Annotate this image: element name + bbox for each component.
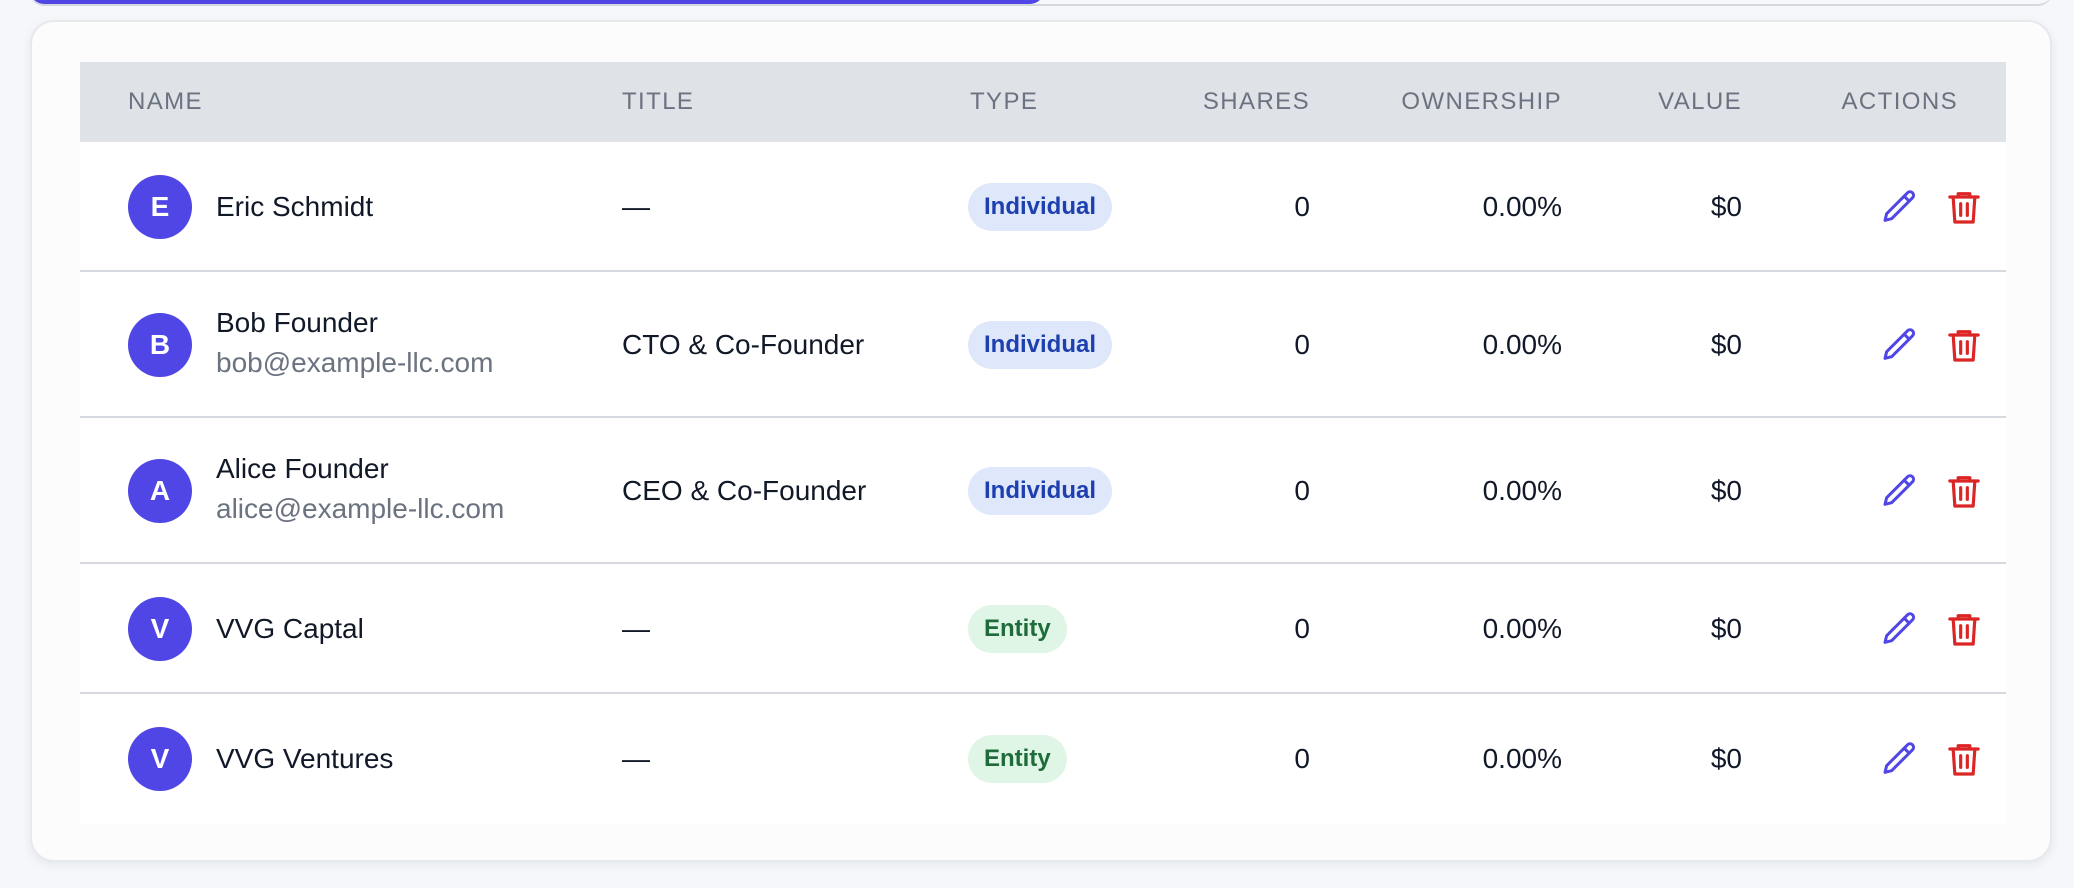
trash-icon	[1944, 187, 1984, 227]
shares-cell: 0	[1294, 475, 1310, 506]
edit-button[interactable]	[1880, 471, 1920, 511]
trash-icon	[1944, 739, 1984, 779]
shareholder-name: VVG Ventures	[216, 743, 394, 774]
header-ownership: OWNERSHIP	[1401, 88, 1562, 115]
edit-button[interactable]	[1880, 187, 1920, 227]
ownership-cell: 0.00%	[1482, 475, 1562, 506]
title-cell: —	[622, 613, 650, 644]
table-body: E Eric Schmidt — Individual 0 0.00% $0 B Bob Fou…	[80, 142, 2006, 824]
avatar: E	[128, 175, 192, 239]
ownership-cell: 0.00%	[1482, 191, 1562, 222]
value-cell: $0	[1710, 475, 1742, 506]
tab-active-indicator[interactable]	[30, 0, 1044, 4]
delete-button[interactable]	[1944, 187, 1984, 227]
pencil-icon	[1880, 471, 1920, 511]
header-value: VALUE	[1658, 88, 1742, 115]
shareholder-name: Alice Founder	[216, 453, 389, 484]
type-badge: Entity	[968, 605, 1067, 653]
name-block: Alice Founder alice@example-llc.com	[216, 451, 504, 527]
avatar: V	[128, 727, 192, 791]
edit-button[interactable]	[1880, 325, 1920, 365]
pencil-icon	[1880, 325, 1920, 365]
name-block: VVG Ventures	[216, 741, 393, 777]
header-shares: SHARES	[1202, 88, 1310, 115]
table-row[interactable]: V VVG Captal — Entity 0 0.00% $0	[80, 564, 2006, 694]
table-header: NAME TITLE TYPE SHARES OWNERSHIP VALUE A…	[80, 62, 2006, 142]
shareholder-name: Eric Schmidt	[216, 191, 374, 222]
value-cell: $0	[1710, 329, 1742, 360]
value-cell: $0	[1710, 191, 1742, 222]
name-block: VVG Captal	[216, 611, 364, 647]
title-cell: —	[622, 743, 650, 774]
header-name: NAME	[128, 88, 203, 115]
table-row[interactable]: A Alice Founder alice@example-llc.com CEO &…	[80, 418, 2006, 564]
delete-button[interactable]	[1944, 325, 1984, 365]
ownership-cell: 0.00%	[1482, 329, 1562, 360]
shareholders-table: NAME TITLE TYPE SHARES OWNERSHIP VALUE A…	[80, 62, 2006, 824]
table-row[interactable]: B Bob Founder bob@example-llc.com CTO & Co-…	[80, 272, 2006, 418]
trash-icon	[1944, 325, 1984, 365]
value-cell: $0	[1710, 743, 1742, 774]
avatar: V	[128, 597, 192, 661]
pencil-icon	[1880, 609, 1920, 649]
avatar: A	[128, 459, 192, 523]
shareholder-email: alice@example-llc.com	[216, 493, 505, 524]
header-type: TYPE	[970, 88, 1039, 115]
header-title: TITLE	[622, 88, 695, 115]
shareholder-name: Bob Founder	[216, 307, 378, 338]
delete-button[interactable]	[1944, 471, 1984, 511]
pencil-icon	[1880, 187, 1920, 227]
ownership-cell: 0.00%	[1482, 613, 1562, 644]
delete-button[interactable]	[1944, 609, 1984, 649]
trash-icon	[1944, 609, 1984, 649]
pencil-icon	[1880, 739, 1920, 779]
ownership-cell: 0.00%	[1482, 743, 1562, 774]
table-row[interactable]: E Eric Schmidt — Individual 0 0.00% $0	[80, 142, 2006, 272]
edit-button[interactable]	[1880, 739, 1920, 779]
shareholders-card: NAME TITLE TYPE SHARES OWNERSHIP VALUE A…	[30, 20, 2052, 862]
table-row[interactable]: V VVG Ventures — Entity 0 0.00% $0	[80, 694, 2006, 824]
shares-cell: 0	[1294, 329, 1310, 360]
delete-button[interactable]	[1944, 739, 1984, 779]
title-cell: CEO & Co-Founder	[622, 475, 867, 506]
shares-cell: 0	[1294, 191, 1310, 222]
edit-button[interactable]	[1880, 609, 1920, 649]
shares-cell: 0	[1294, 743, 1310, 774]
value-cell: $0	[1710, 613, 1742, 644]
title-cell: —	[622, 191, 650, 222]
header-actions: ACTIONS	[1841, 88, 1958, 115]
shareholder-name: VVG Captal	[216, 613, 364, 644]
avatar: B	[128, 313, 192, 377]
trash-icon	[1944, 471, 1984, 511]
shares-cell: 0	[1294, 613, 1310, 644]
shareholder-email: bob@example-llc.com	[216, 347, 494, 378]
name-block: Bob Founder bob@example-llc.com	[216, 305, 493, 381]
title-cell: CTO & Co-Founder	[622, 329, 865, 360]
type-badge: Entity	[968, 735, 1067, 783]
name-block: Eric Schmidt	[216, 189, 373, 225]
